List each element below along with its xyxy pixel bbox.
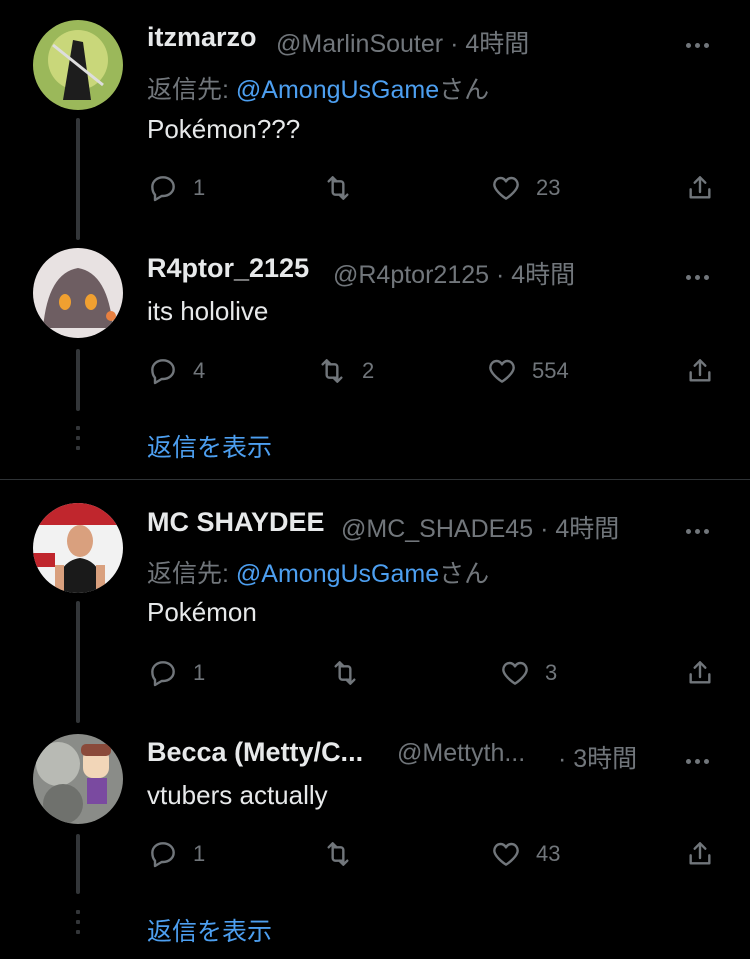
timestamp[interactable]: · 4時間 [496,261,575,289]
share-button[interactable] [684,657,716,689]
handle[interactable]: @MC_SHADE45 [341,515,533,543]
reply-to-line: 返信先: @AmongUsGameさん [147,70,489,106]
like-button[interactable]: 23 [490,172,560,204]
reply-to-link[interactable]: @AmongUsGame [236,560,439,588]
handle[interactable]: @Mettyth... [397,739,547,768]
tweet-text: vtubers actually [147,780,328,810]
like-count: 43 [536,841,561,866]
share-icon [689,359,711,382]
like-count: 3 [545,660,558,685]
retweet-button[interactable]: 2 [316,355,374,387]
share-icon [689,842,711,865]
tweet-text: Pokémon??? [147,114,301,144]
share-icon [689,661,711,684]
reply-icon [151,842,175,868]
retweet-icon [321,359,343,383]
retweet-icon [327,176,349,200]
more-icon[interactable] [686,265,716,280]
like-count: 23 [536,175,561,200]
handle[interactable]: @MarlinSouter [276,30,443,58]
handle[interactable]: @R4ptor2125 [333,261,489,289]
timestamp[interactable]: · 4時間 [540,515,619,543]
reply-icon [151,359,175,385]
tweet-text: Pokémon [147,597,257,627]
reply-to-link[interactable]: @AmongUsGame [236,76,439,104]
more-icon[interactable] [686,749,716,764]
retweet-count: 2 [362,358,375,383]
avatar[interactable] [33,20,123,110]
like-count: 554 [532,358,569,383]
share-button[interactable] [684,838,716,870]
reply-button[interactable]: 4 [147,355,205,387]
like-icon [502,661,528,685]
reply-button[interactable]: 1 [147,657,205,689]
share-icon [689,176,711,199]
thread-dots [76,910,80,940]
timestamp[interactable]: · 3時間 [558,739,637,775]
reply-count: 4 [193,358,206,383]
reply-button[interactable]: 1 [147,838,205,870]
retweet-button[interactable] [322,838,368,870]
show-replies-link[interactable]: 返信を表示 [147,912,272,948]
thread-line [76,349,80,411]
like-icon [489,359,515,383]
like-button[interactable]: 554 [486,355,569,387]
display-name[interactable]: R4ptor_2125 [147,253,309,284]
reply-count: 1 [193,175,206,200]
share-button[interactable] [684,172,716,204]
like-icon [493,842,519,866]
thread-line [76,834,80,894]
thread-line [76,118,80,240]
reply-icon [151,661,175,687]
divider [0,479,750,480]
reply-prefix: 返信先: [147,560,236,588]
reply-suffix: さん [439,76,490,104]
avatar[interactable] [33,503,123,593]
timestamp[interactable]: · 4時間 [450,30,529,58]
reply-button[interactable]: 1 [147,172,205,204]
display-name[interactable]: MC SHAYDEE [147,507,325,538]
avatar[interactable] [33,734,123,824]
reply-icon [151,176,175,202]
more-icon[interactable] [686,33,716,48]
share-button[interactable] [684,355,716,387]
display-name[interactable]: itzmarzo [147,22,257,53]
reply-to-line: 返信先: @AmongUsGameさん [147,554,489,590]
retweet-button[interactable] [329,657,375,689]
retweet-icon [327,842,349,866]
reply-suffix: さん [439,560,490,588]
more-icon[interactable] [686,519,716,534]
retweet-icon [334,661,356,685]
like-icon [493,176,519,200]
like-button[interactable]: 3 [499,657,557,689]
thread-dots [76,426,80,456]
reply-count: 1 [193,660,206,685]
reply-count: 1 [193,841,206,866]
reply-prefix: 返信先: [147,76,236,104]
avatar[interactable] [33,248,123,338]
show-replies-link[interactable]: 返信を表示 [147,428,272,464]
retweet-button[interactable] [322,172,368,204]
thread-line [76,601,80,723]
tweet-text: its hololive [147,296,269,326]
display-name[interactable]: Becca (Metty/C... [147,737,363,768]
like-button[interactable]: 43 [490,838,560,870]
